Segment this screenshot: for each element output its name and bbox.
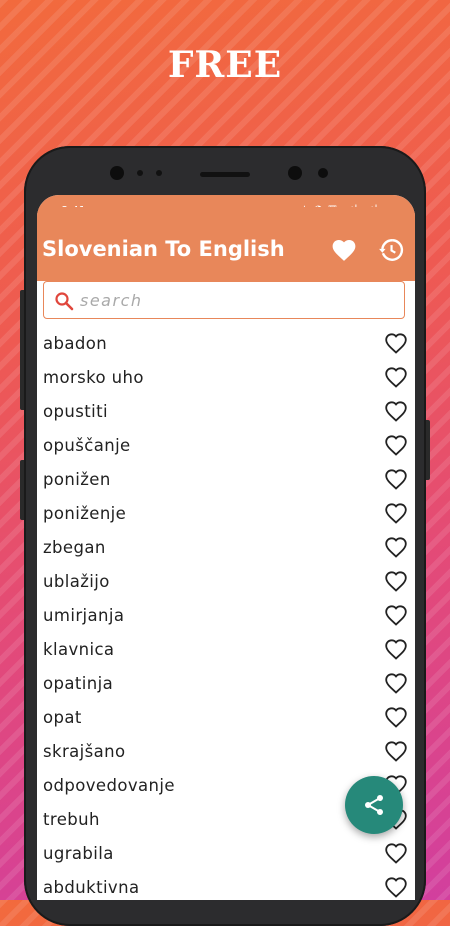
word-label: umirjanja [43,606,125,625]
search-icon [55,292,74,311]
sensor-dot [318,168,328,178]
favorite-heart-icon[interactable] [384,672,408,694]
search-input[interactable] [80,288,390,312]
list-item[interactable]: poniženje [37,497,415,531]
history-icon[interactable] [378,237,404,263]
sensor-dot [137,170,143,176]
word-label: odpovedovanje [43,776,175,795]
list-item[interactable]: opuščanje [37,429,415,463]
word-label: ublažijo [43,572,110,591]
word-label: morsko uho [43,368,144,387]
list-item[interactable]: abduktivna [37,871,415,900]
word-label: poniženje [43,504,127,523]
list-item[interactable]: ponižen [37,463,415,497]
list-item[interactable]: opat [37,701,415,735]
word-label: ugrabila [43,844,114,863]
word-label: skrajšano [43,742,126,761]
list-item[interactable]: opustiti [37,395,415,429]
word-label: abduktivna [43,878,140,897]
word-label: opatinja [43,674,114,693]
favorite-heart-icon[interactable] [384,366,408,388]
list-item[interactable]: skrajšano [37,735,415,769]
search-box[interactable] [43,281,405,319]
favorite-heart-icon[interactable] [384,570,408,592]
list-item[interactable]: ublažijo [37,565,415,599]
list-item[interactable]: opatinja [37,667,415,701]
favorite-heart-icon[interactable] [384,502,408,524]
front-camera [288,166,302,180]
list-item[interactable]: ugrabila [37,837,415,871]
favorite-heart-icon[interactable] [384,876,408,898]
front-camera [110,166,124,180]
favorite-heart-icon[interactable] [384,604,408,626]
list-item[interactable]: abadon [37,327,415,361]
share-fab-button[interactable] [345,776,403,834]
word-label: klavnica [43,640,115,659]
app-bar: Slovenian To English [37,207,415,281]
favorite-heart-icon[interactable] [384,400,408,422]
sensor-dot [156,170,162,176]
promo-banner-title: FREE [167,44,283,86]
list-item[interactable]: zbegan [37,531,415,565]
list-item[interactable]: umirjanja [37,599,415,633]
earpiece-speaker [200,172,250,177]
favorites-heart-icon[interactable] [331,238,357,262]
word-label: abadon [43,334,108,353]
favorite-heart-icon[interactable] [384,332,408,354]
list-item[interactable]: morsko uho [37,361,415,395]
favorite-heart-icon[interactable] [384,706,408,728]
favorite-heart-icon[interactable] [384,468,408,490]
list-item[interactable]: klavnica [37,633,415,667]
word-label: ponižen [43,470,111,489]
word-label: opuščanje [43,436,131,455]
word-label: opustiti [43,402,108,421]
app-screen: 8:41 ∗ ◔ ▥ ..ıl ..ıl ▭ Slovenian To Engl… [37,195,415,900]
favorite-heart-icon[interactable] [384,536,408,558]
favorite-heart-icon[interactable] [384,434,408,456]
word-label: trebuh [43,810,100,829]
favorite-heart-icon[interactable] [384,740,408,762]
word-label: zbegan [43,538,106,557]
favorite-heart-icon[interactable] [384,842,408,864]
share-icon [365,795,383,815]
word-label: opat [43,708,82,727]
app-title: Slovenian To English [42,237,285,261]
favorite-heart-icon[interactable] [384,638,408,660]
